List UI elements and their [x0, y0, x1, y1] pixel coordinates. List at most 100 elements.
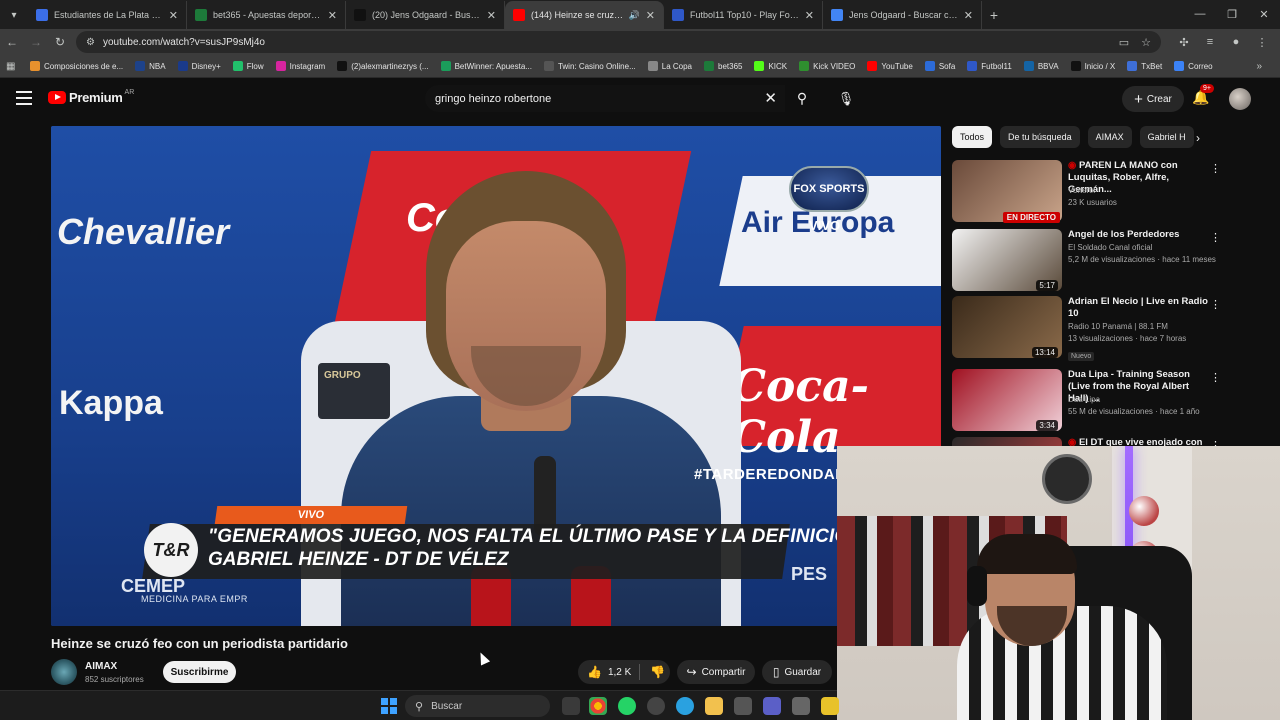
new-tab-button[interactable]: +	[982, 1, 1006, 29]
more-options-icon[interactable]: ⋮	[1210, 162, 1221, 175]
file-explorer-icon[interactable]	[705, 697, 723, 715]
more-options-icon[interactable]: ⋮	[1210, 371, 1221, 384]
search-icon[interactable]: ⚲	[785, 85, 819, 112]
dislike-button[interactable]: 👎	[640, 665, 665, 679]
close-window-icon[interactable]: ✕	[1248, 0, 1280, 28]
task-view-icon[interactable]	[562, 697, 580, 715]
more-options-icon[interactable]: ⋮	[1210, 298, 1221, 311]
app-icon[interactable]	[734, 697, 752, 715]
telegram-icon[interactable]	[676, 697, 694, 715]
recommended-channel[interactable]: Dua Lipa	[1068, 395, 1100, 404]
tab-search-icon[interactable]: ▾	[0, 1, 28, 29]
extensions-icon[interactable]: ✣	[1171, 36, 1197, 49]
whatsapp-icon[interactable]	[618, 697, 636, 715]
bookmark-item[interactable]: TxBet	[1127, 61, 1162, 71]
notifications-icon[interactable]: 🔔 9+	[1192, 84, 1214, 106]
taskbar-search[interactable]: ⚲ Buscar	[405, 695, 550, 717]
close-tab-icon[interactable]: ✕	[487, 9, 496, 22]
voice-search-icon[interactable]: 🎙	[832, 85, 860, 113]
minimize-icon[interactable]: —	[1184, 0, 1216, 28]
more-options-icon[interactable]: ⋮	[1210, 231, 1221, 244]
speaker-icon[interactable]: 🔊	[629, 10, 640, 21]
recommended-video[interactable]: 13:14 Adrian El Necio | Live en Radio 10 R…	[952, 296, 1262, 362]
recommended-channel[interactable]: Radio 10 Panamá | 88.1 FM	[1068, 322, 1168, 331]
recommended-channel[interactable]: Vorterix	[1068, 186, 1095, 195]
address-bar[interactable]: ⚙ youtube.com/watch?v=susJP9sMj4o ▭ ☆	[76, 31, 1161, 53]
bookmark-item[interactable]: YouTube	[867, 61, 913, 71]
browser-tab[interactable]: Estudiantes de La Plata - Vélez ✕	[28, 1, 187, 29]
close-tab-icon[interactable]: ✕	[964, 9, 973, 22]
bookmark-item[interactable]: Inicio / X	[1070, 61, 1115, 71]
bookmark-star-icon[interactable]: ☆	[1141, 36, 1151, 49]
search-input[interactable]: gringo heinzo robertone ✕	[425, 85, 785, 112]
video-thumbnail[interactable]	[952, 437, 1062, 446]
bookmark-item[interactable]: La Copa	[647, 61, 692, 71]
share-button[interactable]: ↪ Compartir	[677, 660, 755, 684]
bookmark-item[interactable]: KICK	[754, 61, 787, 71]
browser-tab[interactable]: bet365 - Apuestas deportivas e ✕	[187, 1, 346, 29]
tab-title: Estudiantes de La Plata - Vélez	[54, 10, 163, 20]
bookmark-item[interactable]: Futbol11	[967, 61, 1012, 71]
youtube-logo[interactable]: Premium AR	[48, 89, 134, 105]
recommended-video[interactable]: 5:17 Angel de los Perdedores El Soldado Ca…	[952, 229, 1262, 295]
bookmark-item[interactable]: Instagram	[275, 61, 325, 71]
create-button[interactable]: + Crear	[1122, 86, 1184, 112]
filter-chip[interactable]: AIMAX	[1087, 126, 1132, 148]
filter-chip[interactable]: Todos	[952, 126, 993, 148]
app-icon[interactable]	[647, 697, 665, 715]
apps-grid-icon[interactable]: ▦	[6, 61, 20, 72]
close-tab-icon[interactable]: ✕	[328, 9, 337, 22]
close-tab-icon[interactable]: ✕	[805, 9, 814, 22]
cast-icon[interactable]: ▭	[1119, 36, 1129, 49]
bookmark-item[interactable]: NBA	[135, 61, 166, 71]
bookmark-item[interactable]: bet365	[704, 61, 742, 71]
close-tab-icon[interactable]: ✕	[169, 9, 178, 22]
media-control-icon[interactable]: ≡	[1197, 36, 1223, 49]
bookmark-item[interactable]: Kick VIDEO	[799, 61, 855, 71]
channel-avatar[interactable]	[51, 659, 77, 685]
bookmark-item[interactable]: Disney+	[177, 61, 221, 71]
restore-icon[interactable]: ❐	[1216, 0, 1248, 28]
bookmark-item[interactable]: BetWinner: Apuesta...	[440, 61, 532, 71]
more-options-icon[interactable]: ⋮	[1210, 439, 1221, 446]
close-tab-icon[interactable]: ✕	[646, 9, 655, 22]
account-avatar[interactable]	[1229, 88, 1251, 110]
browser-tab[interactable]: (144) Heinze se cruzó feo c 🔊 ✕	[505, 1, 664, 29]
recommended-channel[interactable]: El Soldado Canal oficial	[1068, 243, 1153, 252]
bookmark-item[interactable]: Composiciones de e...	[30, 61, 123, 71]
bookmark-item[interactable]: Twin: Casino Online...	[543, 61, 636, 71]
recommended-video[interactable]: 3:34 Dua Lipa - Training Season (Live fro…	[952, 369, 1262, 435]
app-icon[interactable]	[763, 697, 781, 715]
menu-icon[interactable]	[16, 91, 32, 105]
like-button[interactable]: 👍 1,2 K	[578, 664, 641, 680]
browser-tab[interactable]: (20) Jens Odgaard - Buscar / X ✕	[346, 1, 505, 29]
more-bookmarks-icon[interactable]: »	[1256, 61, 1262, 72]
app-icon[interactable]	[821, 697, 839, 715]
profile-icon[interactable]: ●	[1223, 36, 1249, 49]
subscribe-button[interactable]: Suscribirme	[163, 661, 236, 683]
bookmark-item[interactable]: Flow	[232, 61, 264, 71]
reload-icon[interactable]: ↻	[48, 35, 72, 49]
browser-menu-icon[interactable]: ⋮	[1249, 36, 1275, 49]
chrome-icon[interactable]	[589, 697, 607, 715]
bookmark-item[interactable]: BBVA	[1023, 61, 1059, 71]
back-icon[interactable]: ←	[0, 35, 24, 49]
calculator-icon[interactable]	[792, 697, 810, 715]
filter-chip[interactable]: De tu búsqueda	[1000, 126, 1080, 148]
recommended-video[interactable]: EN DIRECTO ◉ PAREN LA MANO con Luquitas, …	[952, 160, 1262, 226]
channel-name[interactable]: AIMAX	[85, 661, 117, 672]
bookmark-item[interactable]: (2)alexmartinezrys (...	[337, 61, 429, 71]
recommended-video[interactable]: ◉ El DT que vive enojado con ⋮	[952, 437, 1262, 446]
chevron-right-icon[interactable]: ›	[1196, 131, 1200, 145]
browser-tab[interactable]: Futbol11 Top10 - Play Football ✕	[664, 1, 823, 29]
video-player[interactable]: Chevallier Kappa Coca-Cola Coca-Cola Air…	[51, 126, 941, 626]
bookmark-item[interactable]: Sofa	[924, 61, 955, 71]
filter-chip[interactable]: Gabriel H	[1139, 126, 1194, 148]
clear-search-icon[interactable]: ✕	[764, 89, 777, 107]
browser-tab[interactable]: Jens Odgaard - Buscar con Goo ✕	[823, 1, 982, 29]
windows-start-icon[interactable]	[381, 698, 397, 714]
site-info-icon[interactable]: ⚙	[86, 37, 95, 48]
forward-icon[interactable]: →	[24, 35, 48, 49]
save-button[interactable]: ▯ Guardar	[762, 660, 832, 684]
bookmark-item[interactable]: Correo	[1174, 61, 1213, 71]
